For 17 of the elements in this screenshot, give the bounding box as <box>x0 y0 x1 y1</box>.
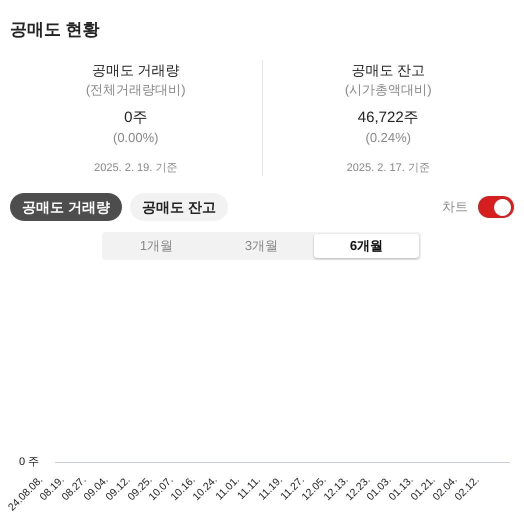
stat-sublabel: (시가총액대비) <box>344 81 432 99</box>
stat-percent: (0.24%) <box>365 129 412 147</box>
period-tab[interactable]: 6개월 <box>314 234 419 258</box>
stat-value: 0주 <box>124 108 148 128</box>
tab[interactable]: 공매도 거래량 <box>10 193 122 221</box>
stat-date: 2025. 2. 17. 기준 <box>346 161 430 176</box>
stat-percent: (0.00%) <box>112 129 159 147</box>
stat-label: 공매도 거래량 <box>92 61 180 80</box>
chart-toggle[interactable] <box>478 196 514 218</box>
stat-sublabel: (전체거래량대비) <box>86 81 186 99</box>
tab[interactable]: 공매도 잔고 <box>130 193 228 221</box>
stat-value: 46,722주 <box>358 108 419 128</box>
stat-date: 2025. 2. 19. 기준 <box>94 161 178 176</box>
y-axis-label: 0 주 <box>18 455 40 470</box>
toggle-label: 차트 <box>442 198 468 216</box>
section-title: 공매도 현황 <box>10 19 101 41</box>
stat-label: 공매도 잔고 <box>351 61 426 80</box>
